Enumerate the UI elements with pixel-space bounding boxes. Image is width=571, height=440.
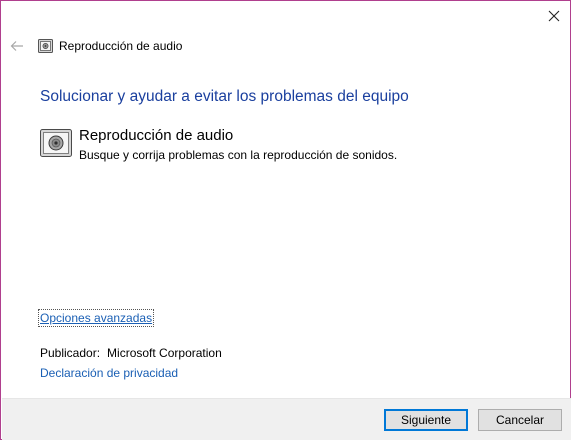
publisher-info: Publicador: Microsoft Corporation (40, 346, 222, 360)
troubleshooter-window: Reproducción de audio Solucionar y ayuda… (0, 0, 571, 440)
page-heading: Solucionar y ayudar a evitar los problem… (40, 88, 409, 105)
publisher-label: Publicador: (40, 346, 101, 360)
audio-troubleshooter-icon (38, 39, 53, 53)
close-icon (548, 10, 560, 22)
next-button[interactable]: Siguiente (384, 409, 468, 431)
troubleshooter-title: Reproducción de audio (79, 127, 234, 144)
back-arrow-icon (10, 41, 23, 51)
close-button[interactable] (538, 2, 570, 30)
publisher-value: Microsoft Corporation (107, 346, 222, 360)
audio-troubleshooter-icon (40, 129, 72, 157)
window-title: Reproducción de audio (59, 39, 183, 53)
troubleshooter-description: Busque y corrija problemas con la reprod… (79, 148, 398, 162)
back-button[interactable] (8, 38, 26, 54)
advanced-options-link[interactable]: Opciones avanzadas (37, 309, 155, 327)
privacy-statement-link[interactable]: Declaración de privacidad (40, 366, 178, 380)
footer-bar: Siguiente Cancelar (2, 398, 571, 440)
cancel-button[interactable]: Cancelar (478, 409, 562, 431)
